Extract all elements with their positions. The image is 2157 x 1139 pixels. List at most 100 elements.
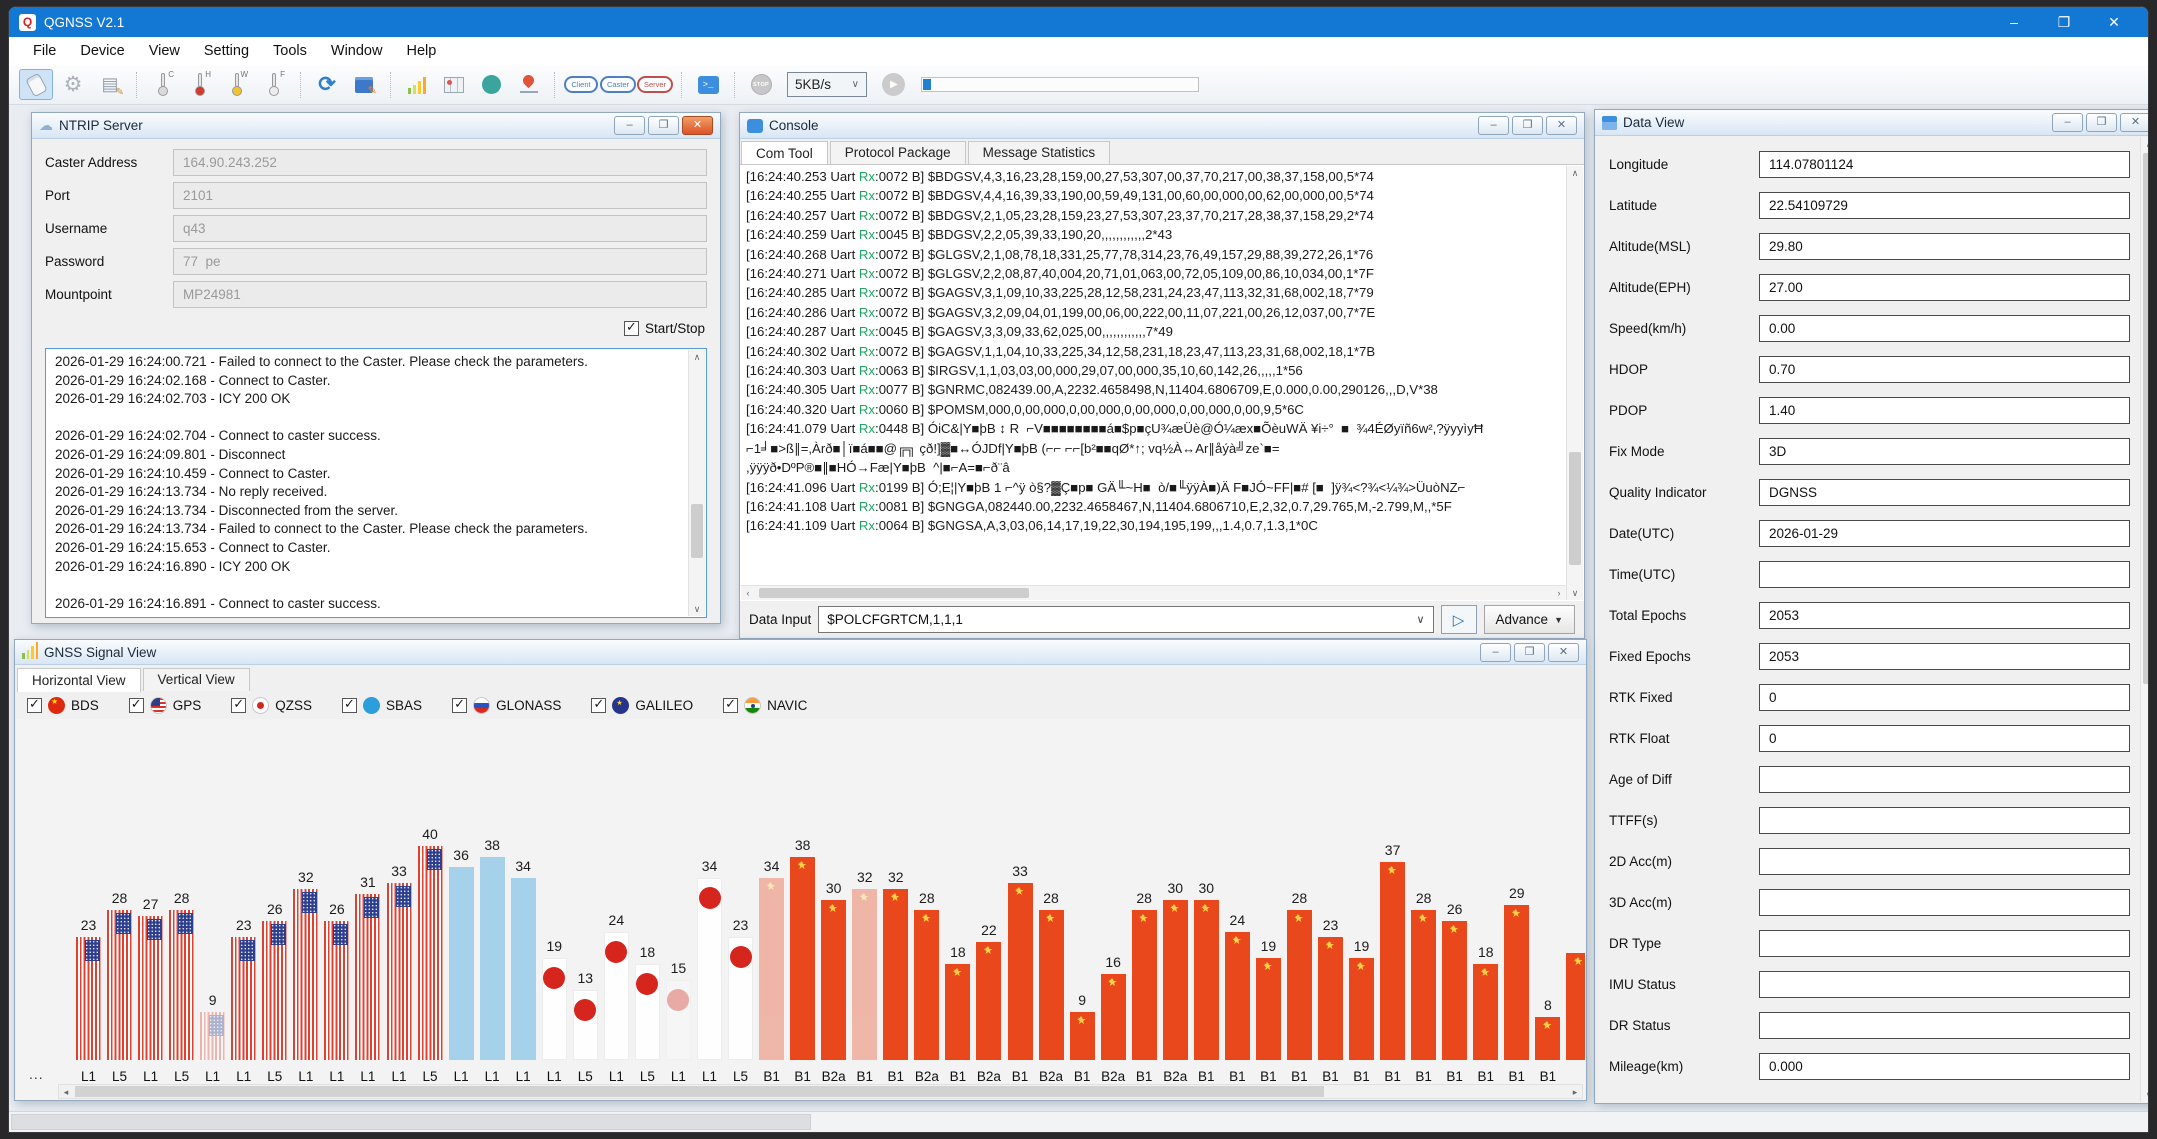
menu-view[interactable]: View — [137, 37, 192, 65]
speed-select[interactable]: 5KB/s∨ — [787, 72, 867, 97]
signal-close-button[interactable]: ✕ — [1548, 643, 1579, 662]
data-view-fix-mode-value[interactable]: 3D — [1759, 438, 2130, 465]
data-view-altitude-eph--value[interactable]: 27.00 — [1759, 274, 2130, 301]
data-view-dr-type-value[interactable] — [1759, 930, 2130, 957]
device-log-icon[interactable]: ▤✎ — [93, 69, 127, 100]
sky-view-icon[interactable] — [474, 69, 508, 100]
scrollbar-thumb[interactable] — [1569, 452, 1581, 565]
data-view-hdop-value[interactable]: 0.70 — [1759, 356, 2130, 383]
menu-help[interactable]: Help — [394, 37, 448, 65]
data-view-maximize-button[interactable]: ❐ — [2086, 113, 2117, 132]
scroll-up-icon[interactable]: ∧ — [1567, 166, 1583, 180]
ntrip-client-icon[interactable]: Client — [564, 69, 598, 100]
window-maximize-button[interactable]: ❐ — [2056, 14, 2072, 31]
data-view-pdop-value[interactable]: 1.40 — [1759, 397, 2130, 424]
console-hscrollbar[interactable]: ‹ › — [741, 585, 1566, 600]
menu-window[interactable]: Window — [319, 37, 395, 65]
thermometer-c-icon[interactable]: C — [146, 69, 180, 100]
data-view-ttff-s--value[interactable] — [1759, 807, 2130, 834]
signal-view-icon[interactable] — [400, 69, 434, 100]
data-view-imu-status-value[interactable] — [1759, 971, 2130, 998]
menu-tools[interactable]: Tools — [261, 37, 319, 65]
thermometer-w-icon[interactable]: W — [220, 69, 254, 100]
refresh-icon[interactable]: ⟳ — [310, 69, 344, 100]
galileo-checkbox[interactable]: ✓ — [591, 698, 606, 713]
data-view-longitude-value[interactable]: 114.07801124 — [1759, 151, 2130, 178]
connect-device-icon[interactable] — [19, 69, 53, 100]
ntrip-caster-icon[interactable]: Caster — [601, 69, 635, 100]
legend-item-gps[interactable]: ✓GPS — [129, 697, 202, 714]
chart-hscrollbar[interactable]: ◂ ▸ — [58, 1084, 1583, 1099]
data-view-scrollbar[interactable]: ∧ ∨ — [2140, 137, 2148, 1102]
settings-gear-icon[interactable]: ⚙ — [56, 69, 90, 100]
legend-item-bds[interactable]: ✓BDS — [27, 697, 99, 714]
scroll-up-icon[interactable]: ∧ — [689, 350, 705, 364]
legend-item-glonass[interactable]: ✓GLONASS — [452, 697, 561, 714]
legend-item-navic[interactable]: ✓NAVIC — [723, 697, 807, 714]
console-message-area[interactable]: [16:24:40.253 Uart Rx:0072 B] $BDGSV,4,3… — [740, 164, 1584, 601]
start-stop-checkbox[interactable]: ✓ — [624, 321, 639, 336]
data-view-mileage-km--value[interactable]: 0.000 — [1759, 1053, 2130, 1080]
data-view-dr-status-value[interactable] — [1759, 1012, 2130, 1039]
main-hscrollbar[interactable] — [9, 1111, 2148, 1132]
ntrip-panel-titlebar[interactable]: ☁ NTRIP Server – ❐ ✕ — [32, 113, 720, 139]
scroll-down-icon[interactable]: ∨ — [1567, 586, 1583, 600]
console-window-icon[interactable]: >_ — [691, 69, 725, 100]
data-view-total-epochs-value[interactable]: 2053 — [1759, 602, 2130, 629]
gps-checkbox[interactable]: ✓ — [129, 698, 144, 713]
scrollbar-thumb[interactable] — [11, 1114, 811, 1130]
scroll-down-icon[interactable]: ∨ — [689, 602, 705, 616]
deviation-view-icon[interactable] — [511, 69, 545, 100]
data-view-altitude-msl--value[interactable]: 29.80 — [1759, 233, 2130, 260]
scrollbar-thumb[interactable] — [75, 1086, 1324, 1097]
scroll-down-icon[interactable]: ∨ — [2141, 1088, 2148, 1102]
legend-item-qzss[interactable]: ✓QZSS — [231, 697, 312, 714]
scrollbar-thumb[interactable] — [691, 504, 703, 557]
glonass-checkbox[interactable]: ✓ — [452, 698, 467, 713]
window-minimize-button[interactable]: – — [2006, 14, 2022, 31]
signal-view-titlebar[interactable]: GNSS Signal View – ❐ ✕ — [15, 640, 1586, 665]
data-view-3d-acc-m--value[interactable] — [1759, 889, 2130, 916]
data-view-speed-km-h--value[interactable]: 0.00 — [1759, 315, 2130, 342]
data-view-quality-indicator-value[interactable]: DGNSS — [1759, 479, 2130, 506]
menu-device[interactable]: Device — [68, 37, 136, 65]
console-vscrollbar[interactable]: ∧ ∨ — [1566, 166, 1583, 600]
thermometer-h-icon[interactable]: H — [183, 69, 217, 100]
data-input-combo[interactable]: $POLCFGRTCM,1,1,1 ∨ — [818, 606, 1433, 633]
tab-com-tool[interactable]: Com Tool — [741, 141, 828, 165]
ntrip-password-input[interactable]: 77 pe — [173, 248, 707, 275]
ntrip-log-scrollbar[interactable]: ∧ ∨ — [688, 350, 705, 616]
window-close-button[interactable]: ✕ — [2106, 14, 2122, 31]
scroll-left-icon[interactable]: ‹ — [741, 586, 755, 600]
legend-item-sbas[interactable]: ✓SBAS — [342, 697, 422, 714]
stop-icon[interactable]: STOP — [744, 69, 778, 100]
ntrip-port-input[interactable]: 2101 — [173, 182, 707, 209]
ntrip-caster-address-input[interactable]: 164.90.243.252 — [173, 149, 707, 176]
console-close-button[interactable]: ✕ — [1546, 116, 1577, 135]
advance-button[interactable]: Advance ▼ — [1484, 605, 1575, 634]
message-config-icon[interactable]: ✎ — [347, 69, 381, 100]
play-button[interactable]: ▶ — [876, 69, 910, 100]
tab-protocol-package[interactable]: Protocol Package — [830, 141, 966, 164]
data-view-time-utc--value[interactable] — [1759, 561, 2130, 588]
data-view-close-button[interactable]: ✕ — [2120, 113, 2148, 132]
ntrip-close-button[interactable]: ✕ — [682, 116, 713, 135]
menu-setting[interactable]: Setting — [192, 37, 261, 65]
ntrip-username-input[interactable]: q43 — [173, 215, 707, 242]
thermometer-f-icon[interactable]: F — [257, 69, 291, 100]
console-maximize-button[interactable]: ❐ — [1512, 116, 1543, 135]
sbas-checkbox[interactable]: ✓ — [342, 698, 357, 713]
menu-file[interactable]: File — [21, 37, 68, 65]
data-view-titlebar[interactable]: Data View – ❐ ✕ — [1595, 110, 2148, 136]
ntrip-log[interactable]: 2026-01-29 16:24:00.721 - Failed to conn… — [45, 348, 707, 618]
data-view-age-of-diff-value[interactable] — [1759, 766, 2130, 793]
send-button[interactable]: ▷ — [1441, 605, 1477, 634]
console-minimize-button[interactable]: – — [1478, 116, 1509, 135]
data-view-date-utc--value[interactable]: 2026-01-29 — [1759, 520, 2130, 547]
navic-checkbox[interactable]: ✓ — [723, 698, 738, 713]
ntrip-mountpoint-input[interactable]: MP24981 — [173, 281, 707, 308]
bds-checkbox[interactable]: ✓ — [27, 698, 42, 713]
data-view-rtk-float-value[interactable]: 0 — [1759, 725, 2130, 752]
ntrip-server-icon[interactable]: Server — [638, 69, 672, 100]
signal-maximize-button[interactable]: ❐ — [1514, 643, 1545, 662]
